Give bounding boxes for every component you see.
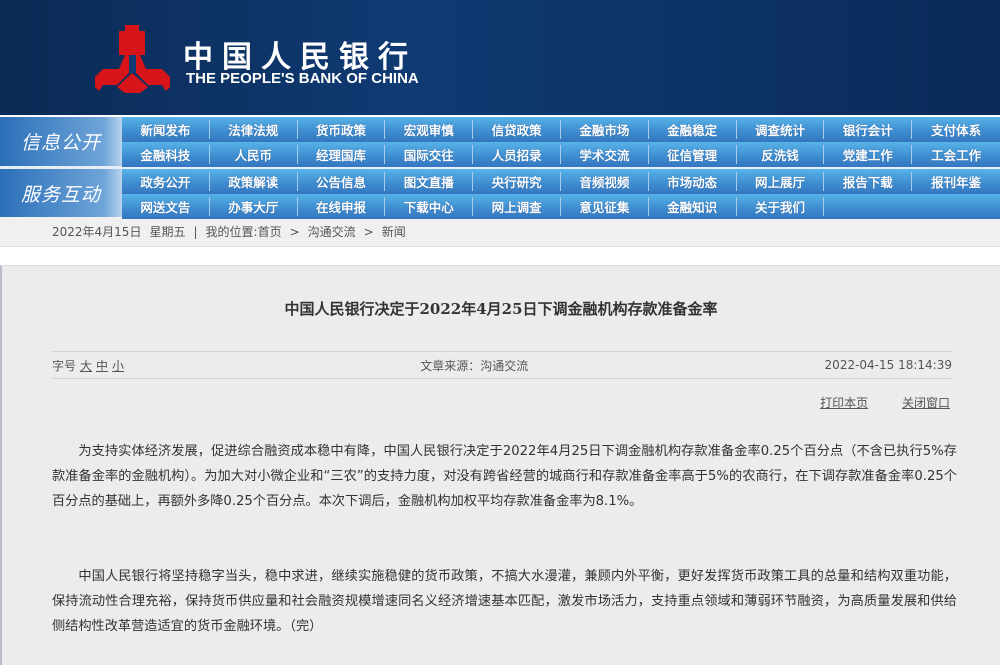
nav-row: 新闻发布 法律法规 货币政策 宏观审慎 信贷政策 金融市场 金融稳定 调查统计 银行会计 支付体系 xyxy=(122,117,1000,142)
nav-item[interactable]: 支付体系 xyxy=(912,120,1000,139)
nav-item[interactable]: 央行研究 xyxy=(473,172,561,191)
nav-item[interactable]: 报刊年鉴 xyxy=(912,172,1000,191)
nav-item[interactable]: 金融稳定 xyxy=(649,120,737,139)
font-large-link[interactable]: 大 xyxy=(80,359,92,373)
article-container: 中国人民银行决定于2022年4月25日下调金融机构存款准备金率 字号大中小 文章… xyxy=(0,265,1000,665)
font-size-label: 字号 xyxy=(52,358,77,373)
nav-row: 网送文告 办事大厅 在线申报 下载中心 网上调查 意见征集 金融知识 关于我们 xyxy=(122,194,1000,219)
nav-item[interactable]: 经理国库 xyxy=(298,145,386,164)
nav-item[interactable]: 反洗钱 xyxy=(737,145,825,164)
nav-item[interactable]: 关于我们 xyxy=(737,197,825,216)
nav-item[interactable]: 新闻发布 xyxy=(122,120,210,139)
nav-item[interactable]: 网上展厅 xyxy=(737,172,825,191)
nav-item[interactable]: 银行会计 xyxy=(824,120,913,139)
nav-item[interactable]: 办事大厅 xyxy=(210,197,298,216)
nav-item[interactable]: 宏观审慎 xyxy=(385,120,474,139)
nav-item[interactable]: 人员招录 xyxy=(473,145,561,164)
article-meta: 字号大中小 文章来源：沟通交流 2022-04-15 18:14:39 xyxy=(52,351,952,379)
nav-row: 政务公开 政策解读 公告信息 图文直播 央行研究 音频视频 市场动态 网上展厅 报告下载 报刊年鉴 xyxy=(122,169,1000,194)
breadcrumb-communication[interactable]: 沟通交流 xyxy=(308,223,356,240)
nav-item[interactable]: 金融知识 xyxy=(649,197,737,216)
chevron-right-icon: > xyxy=(289,224,300,239)
font-medium-link[interactable]: 中 xyxy=(96,359,108,373)
current-date: 2022年4月15日 xyxy=(52,225,142,239)
nav-item[interactable]: 征信管理 xyxy=(649,145,737,164)
nav-item[interactable]: 在线申报 xyxy=(298,197,386,216)
location-label: 我的位置: xyxy=(205,225,258,239)
logo-english: THE PEOPLE'S BANK OF CHINA xyxy=(186,70,419,87)
nav-item[interactable]: 人民币 xyxy=(210,145,298,164)
nav-item[interactable]: 调查统计 xyxy=(737,120,825,139)
print-page-link[interactable]: 打印本页 xyxy=(820,396,868,410)
nav-item[interactable]: 网送文告 xyxy=(122,197,210,216)
chevron-right-icon: > xyxy=(363,224,374,239)
nav-item[interactable]: 网上调查 xyxy=(473,197,561,216)
nav-item[interactable]: 金融市场 xyxy=(561,120,649,139)
nav-item[interactable]: 下载中心 xyxy=(385,197,474,216)
article-datetime: 2022-04-15 18:14:39 xyxy=(824,358,952,372)
article-title: 中国人民银行决定于2022年4月25日下调金融机构存款准备金率 xyxy=(284,300,718,318)
separator: | xyxy=(193,224,198,239)
nav-item[interactable]: 法律法规 xyxy=(210,120,298,139)
nav-item[interactable]: 图文直播 xyxy=(385,172,474,191)
nav-item[interactable]: 市场动态 xyxy=(649,172,737,191)
nav-item[interactable]: 货币政策 xyxy=(298,120,386,139)
nav-item[interactable]: 金融科技 xyxy=(122,145,210,164)
nav-section-label: 信息公开 xyxy=(0,117,122,166)
nav-item[interactable]: 音频视频 xyxy=(561,172,649,191)
nav-item[interactable]: 政策解读 xyxy=(210,172,298,191)
nav-item[interactable]: 意见征集 xyxy=(561,197,649,216)
current-weekday: 星期五 xyxy=(149,225,186,239)
nav-service: 服务互动 政务公开 政策解读 公告信息 图文直播 央行研究 音频视频 市场动态 网上展厅 报告下… xyxy=(0,166,1000,219)
breadcrumb-news[interactable]: 新闻 xyxy=(382,223,406,240)
breadcrumb: 2022年4月15日 星期五 | 我的位置:首页 > 沟通交流 > 新闻 xyxy=(0,217,1000,247)
nav-item[interactable]: 学术交流 xyxy=(561,145,649,164)
nav-item[interactable]: 公告信息 xyxy=(298,172,386,191)
article-source: 文章来源：沟通交流 xyxy=(420,358,529,373)
article-paragraph: 为支持实体经济发展，促进综合融资成本稳中有降，中国人民银行决定于2022年4月2… xyxy=(52,444,957,509)
nav-item[interactable]: 党建工作 xyxy=(824,145,913,164)
site-header: 中国人民银行 THE PEOPLE'S BANK OF CHINA xyxy=(0,0,1000,115)
close-window-link[interactable]: 关闭窗口 xyxy=(902,396,950,410)
nav-item[interactable]: 报告下载 xyxy=(824,172,913,191)
nav-item[interactable]: 信贷政策 xyxy=(473,120,561,139)
nav-item[interactable]: 政务公开 xyxy=(122,172,210,191)
font-small-link[interactable]: 小 xyxy=(112,359,124,373)
breadcrumb-home[interactable]: 首页 xyxy=(258,225,282,239)
article-paragraph: 中国人民银行将坚持稳字当头，稳中求进，继续实施稳健的货币政策，不搞大水漫灌，兼顾… xyxy=(52,569,957,634)
nav-info-public: 信息公开 新闻发布 法律法规 货币政策 宏观审慎 信贷政策 金融市场 金融稳定 调查统计 银行会… xyxy=(0,115,1000,167)
pboc-logo-icon xyxy=(95,25,170,93)
nav-item[interactable]: 工会工作 xyxy=(912,145,1000,164)
nav-section-label: 服务互动 xyxy=(0,169,122,217)
nav-row: 金融科技 人民币 经理国库 国际交往 人员招录 学术交流 征信管理 反洗钱 党建工作 工会工作 xyxy=(122,142,1000,167)
nav-item[interactable]: 国际交往 xyxy=(385,145,474,164)
